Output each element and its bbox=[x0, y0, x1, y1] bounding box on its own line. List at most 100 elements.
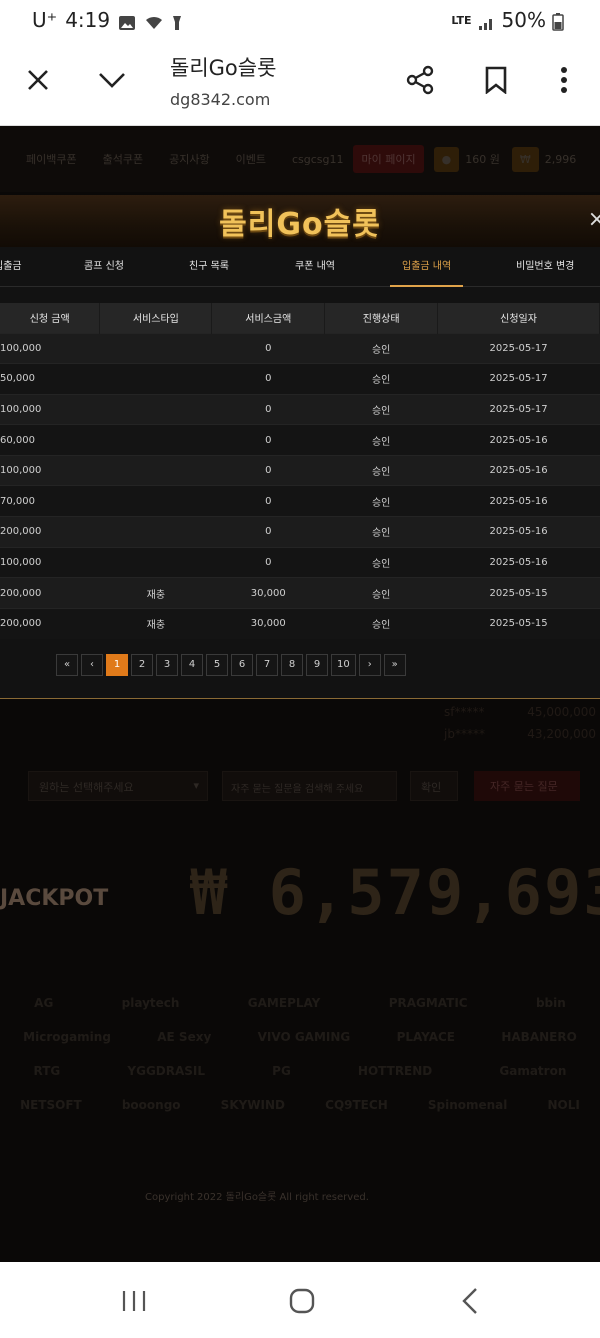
tab-password-change[interactable]: 비밀번호 변경 bbox=[516, 247, 574, 287]
nav-item-attendance-coupon[interactable]: 출석쿠폰 bbox=[103, 151, 143, 167]
page-button-10[interactable]: 10 bbox=[331, 654, 356, 676]
provider-logo: HOTTREND bbox=[357, 1064, 433, 1078]
status-bar: U⁺ 4:19 LTE 50% bbox=[0, 0, 600, 40]
provider-logo: NOLI bbox=[547, 1098, 580, 1112]
jackpot-label: JACKPOT bbox=[0, 886, 109, 911]
cell-type: 재충 bbox=[99, 607, 212, 639]
tab-friend-list[interactable]: 친구 목록 bbox=[189, 247, 229, 287]
recent-apps-icon bbox=[122, 1291, 146, 1311]
table-row: 200,000 0 승인 2025-05-16 bbox=[0, 516, 600, 548]
cell-service: 0 bbox=[211, 485, 325, 517]
provider-logo: GAMEPLAY bbox=[247, 996, 321, 1010]
page-button-3[interactable]: 3 bbox=[156, 654, 178, 676]
col-service-amount: 서비스금액 bbox=[211, 303, 326, 333]
cell-amount: 200,000 bbox=[0, 607, 100, 639]
modal-tabs: 입출금 콤프 신청 친구 목록 쿠폰 내역 입출금 내역 비밀번호 변경 bbox=[0, 247, 600, 287]
history-modal: 돌리Go슬롯 × 입출금 콤프 신청 친구 목록 쿠폰 내역 입출금 내역 비밀… bbox=[0, 195, 600, 699]
page-button-8[interactable]: 8 bbox=[281, 654, 303, 676]
faq-button[interactable]: 자주 묻는 질문 bbox=[474, 771, 580, 801]
table-row: 200,000 재충 30,000 승인 2025-05-15 bbox=[0, 607, 600, 639]
cell-amount: 100,000 bbox=[0, 393, 100, 425]
cell-service: 0 bbox=[211, 363, 325, 395]
cell-status: 승인 bbox=[324, 485, 438, 517]
cell-status: 승인 bbox=[324, 607, 438, 639]
cell-status: 승인 bbox=[324, 546, 438, 578]
cell-date: 2025-05-15 bbox=[437, 577, 600, 609]
nav-item-payback-coupon[interactable]: 페이백쿠폰 bbox=[26, 151, 77, 167]
provider-logo: playtech bbox=[121, 996, 180, 1010]
page-button-6[interactable]: 6 bbox=[231, 654, 253, 676]
table-header-row: 신청 금액 서비스타입 서비스금액 진행상태 신청일자 bbox=[0, 303, 600, 333]
table-row: 100,000 0 승인 2025-05-16 bbox=[0, 454, 600, 486]
tab-transaction-history[interactable]: 입출금 내역 bbox=[390, 247, 464, 287]
page-url: dg8342.com bbox=[170, 90, 271, 109]
cell-amount: 50,000 bbox=[0, 363, 100, 395]
prev-page-button[interactable]: ‹ bbox=[81, 654, 103, 676]
provider-logo: Gamatron bbox=[499, 1064, 567, 1078]
cell-service: 30,000 bbox=[211, 577, 325, 609]
page-button-4[interactable]: 4 bbox=[181, 654, 203, 676]
more-vertical-icon bbox=[561, 67, 567, 93]
cell-status: 승인 bbox=[324, 577, 438, 609]
cell-service: 0 bbox=[211, 546, 325, 578]
page-button-7[interactable]: 7 bbox=[256, 654, 278, 676]
cell-service: 0 bbox=[211, 393, 325, 425]
page-button-5[interactable]: 5 bbox=[206, 654, 228, 676]
nav-item-event[interactable]: 이벤트 bbox=[236, 151, 266, 167]
battery-percent: 50% bbox=[501, 8, 546, 32]
last-page-button[interactable]: » bbox=[383, 654, 406, 676]
provider-logo: NETSOFT bbox=[20, 1098, 82, 1112]
provider-logo: bbin bbox=[535, 996, 566, 1010]
copyright: Copyright 2022 돌리Go슬롯 All right reserved… bbox=[145, 1192, 369, 1203]
history-table: 신청 금액 서비스타입 서비스금액 진행상태 신청일자 100,000 0 승인 20… bbox=[0, 303, 600, 639]
back-button[interactable] bbox=[450, 1284, 490, 1318]
page-button-1[interactable]: 1 bbox=[106, 654, 128, 676]
coin-icon: ● bbox=[433, 146, 460, 172]
first-page-button[interactable]: « bbox=[56, 654, 78, 676]
page-button-2[interactable]: 2 bbox=[131, 654, 153, 676]
more-options-button[interactable] bbox=[544, 60, 584, 100]
col-request-amount: 신청 금액 bbox=[0, 303, 101, 333]
home-button[interactable] bbox=[282, 1284, 322, 1318]
modal-close-button[interactable]: × bbox=[588, 207, 600, 232]
tab-coupon-history[interactable]: 쿠폰 내역 bbox=[295, 247, 335, 287]
carrier-label: U⁺ bbox=[32, 8, 58, 32]
cell-type bbox=[99, 332, 212, 364]
clock: 4:19 bbox=[65, 8, 111, 32]
tab-deposit-withdraw[interactable]: 입출금 bbox=[0, 247, 22, 287]
mypage-button[interactable]: 마이 페이지 bbox=[353, 145, 424, 173]
cell-status: 승인 bbox=[324, 424, 438, 456]
tab-comp-request[interactable]: 콤프 신청 bbox=[84, 247, 124, 287]
cell-status: 승인 bbox=[324, 332, 438, 364]
points-value: 160 원 bbox=[465, 153, 500, 166]
share-button[interactable] bbox=[400, 60, 440, 100]
signal-icon bbox=[478, 12, 496, 30]
close-tab-button[interactable] bbox=[18, 60, 58, 100]
bookmark-button[interactable] bbox=[476, 60, 516, 100]
nav-item-notice[interactable]: 공지사항 bbox=[169, 151, 209, 167]
provider-logo: CQ9TECH bbox=[325, 1098, 388, 1112]
flashlight-icon bbox=[170, 12, 188, 30]
cell-type bbox=[99, 516, 212, 548]
faq-confirm-button[interactable]: 확인 bbox=[410, 771, 458, 801]
cell-type bbox=[99, 363, 212, 395]
col-request-date: 신청일자 bbox=[437, 303, 600, 333]
faq-search-input[interactable]: 자주 묻는 질문을 검색해 주세요 bbox=[222, 771, 397, 801]
table-row: 200,000 재충 30,000 승인 2025-05-15 bbox=[0, 577, 600, 609]
recent-apps-button[interactable] bbox=[114, 1284, 154, 1318]
provider-logo: HABANERO bbox=[501, 1030, 577, 1044]
faq-category-select[interactable]: 원하는 선택해주세요 ▾ bbox=[28, 771, 208, 801]
provider-logo: PRAGMATIC bbox=[388, 996, 468, 1010]
expand-button[interactable] bbox=[92, 60, 132, 100]
cell-status: 승인 bbox=[324, 363, 438, 395]
cell-amount: 100,000 bbox=[0, 332, 100, 364]
page-button-9[interactable]: 9 bbox=[306, 654, 328, 676]
provider-logo: booongo bbox=[121, 1098, 181, 1112]
cell-status: 승인 bbox=[324, 393, 438, 425]
modal-header: 돌리Go슬롯 × bbox=[0, 195, 600, 247]
page-title: 돌리Go슬롯 bbox=[170, 56, 277, 80]
cell-status: 승인 bbox=[324, 454, 438, 486]
cell-type bbox=[99, 424, 212, 456]
provider-logo: Microgaming bbox=[23, 1030, 111, 1044]
next-page-button[interactable]: › bbox=[358, 654, 381, 676]
